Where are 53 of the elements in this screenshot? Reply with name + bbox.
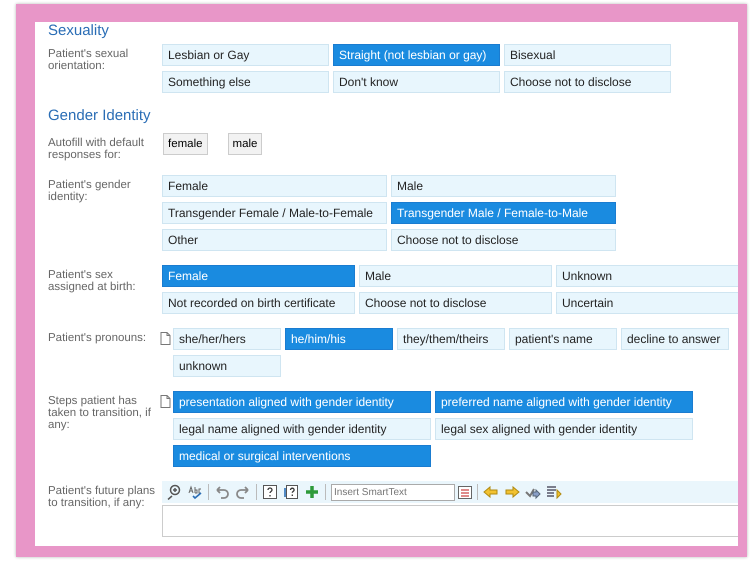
document-icon[interactable] <box>160 332 171 345</box>
right-arrow-icon[interactable] <box>504 484 520 500</box>
list-icon[interactable] <box>458 486 472 498</box>
option-button[interactable]: Transgender Male / Female-to-Male <box>391 202 616 224</box>
option-button[interactable]: Choose not to disclose <box>391 229 616 251</box>
field-label: Patient's gender identity: <box>48 178 132 205</box>
spell-check-icon[interactable] <box>187 484 203 500</box>
list-arrow-icon[interactable] <box>546 484 562 500</box>
help-box-icon[interactable] <box>262 484 278 500</box>
zoom-in-icon[interactable] <box>166 484 182 500</box>
document-icon[interactable] <box>160 395 171 408</box>
autofill-button[interactable]: female <box>163 133 208 155</box>
option-button[interactable]: legal name aligned with gender identity <box>173 418 431 440</box>
option-button[interactable]: Unknown <box>556 265 738 287</box>
undo-icon[interactable] <box>214 484 230 500</box>
left-arrow-icon[interactable] <box>483 484 499 500</box>
option-button[interactable]: decline to answer <box>621 328 729 350</box>
option-button[interactable]: Bisexual <box>504 44 671 66</box>
option-button[interactable]: legal sex aligned with gender identity <box>435 418 693 440</box>
plus-icon[interactable] <box>304 484 320 500</box>
option-button[interactable]: they/them/theirs <box>397 328 505 350</box>
field-label: Patient's pronouns: <box>48 331 148 346</box>
field-label: Steps patient has taken to transition, if any: <box>48 394 152 433</box>
autofill-button[interactable]: male <box>228 133 262 155</box>
option-button[interactable]: Uncertain <box>556 292 738 314</box>
option-button[interactable]: Male <box>391 175 616 197</box>
option-button[interactable]: patient's name <box>509 328 617 350</box>
option-button[interactable]: Lesbian or Gay <box>162 44 329 66</box>
option-button[interactable]: Something else <box>162 71 329 93</box>
redo-icon[interactable] <box>235 484 251 500</box>
option-button[interactable]: Don't know <box>333 71 500 93</box>
option-button[interactable]: Choose not to disclose <box>504 71 671 93</box>
field-label: Patient's sex assigned at birth: <box>48 268 137 295</box>
field-label: Autofill with default responses for: <box>48 136 145 161</box>
option-button[interactable]: she/her/hers <box>173 328 281 350</box>
option-button[interactable]: Male <box>359 265 552 287</box>
option-button[interactable]: medical or surgical interventions <box>173 445 431 467</box>
option-button[interactable]: Other <box>162 229 387 251</box>
section-heading: Gender Identity <box>48 107 152 125</box>
option-button[interactable]: Not recorded on birth certificate <box>162 292 355 314</box>
option-button[interactable]: preferred name aligned with gender identity <box>435 391 693 413</box>
field-label: Patient's future plans to transition, if any: <box>48 484 156 511</box>
option-button[interactable]: Female <box>162 175 387 197</box>
option-button[interactable]: Female <box>162 265 355 287</box>
option-button[interactable]: Transgender Female / Male-to-Female <box>162 202 387 224</box>
option-button[interactable]: Straight (not lesbian or gay) <box>333 44 500 66</box>
option-button[interactable]: unknown <box>173 355 281 377</box>
field-label: Patient's sexual orientation: <box>48 47 130 74</box>
option-button[interactable]: presentation aligned with gender identity <box>173 391 431 413</box>
option-button[interactable]: he/him/his <box>285 328 393 350</box>
option-button[interactable]: Choose not to disclose <box>359 292 552 314</box>
section-heading: Sexuality <box>48 22 110 40</box>
smarttext-field[interactable]: Insert SmartText <box>331 484 455 500</box>
